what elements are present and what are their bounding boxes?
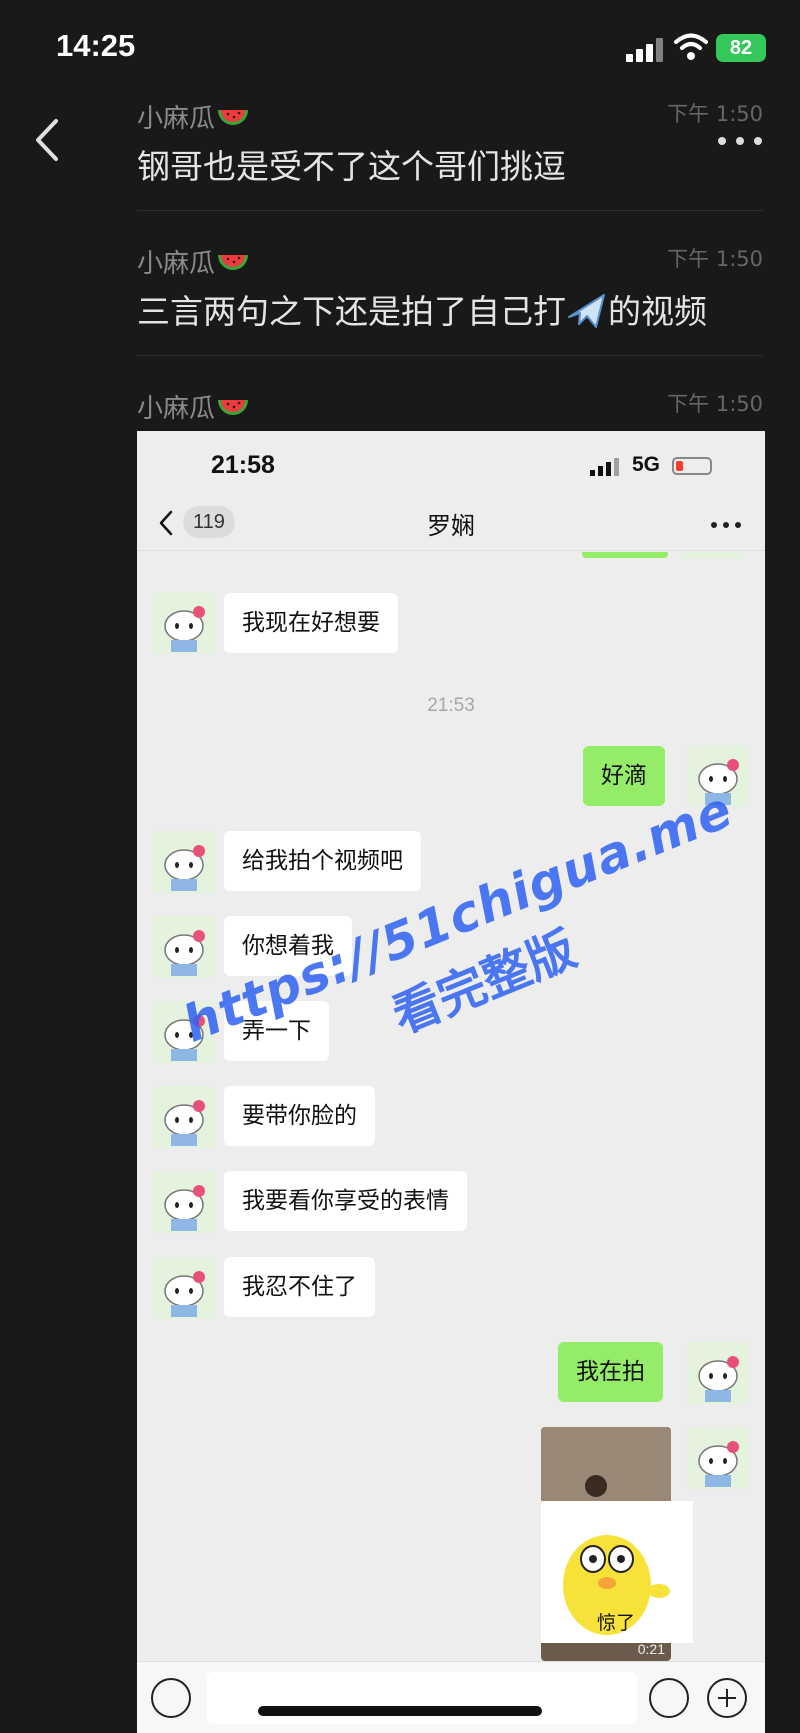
sticker-image: 惊了 [541, 1501, 693, 1643]
cellular-signal-icon [626, 38, 664, 62]
message-bubble: 我要看你享受的表情 [224, 1171, 467, 1231]
avatar [687, 1427, 749, 1489]
avatar [687, 1342, 749, 1404]
home-indicator[interactable] [258, 1706, 542, 1716]
plus-icon [707, 1678, 747, 1718]
status-time: 14:25 [56, 28, 136, 63]
battery-level: 82 [729, 37, 753, 59]
sender-name: 小麻瓜 [137, 394, 216, 424]
message-text-part: 三言两句之下还是拍了自己打 [137, 292, 566, 331]
shot-signal-icon [590, 458, 620, 476]
avatar [153, 1257, 215, 1319]
airplane-icon [568, 294, 605, 328]
message-text: 钢哥也是受不了这个哥们挑逗 [137, 147, 566, 186]
message-bubble: 好滴 [583, 746, 665, 806]
message-bubble: 我现在好想要 [224, 593, 398, 653]
message-text-part: 的视频 [608, 292, 707, 331]
shot-chat-header: 119 罗娴 [137, 491, 765, 551]
shot-more-icon [711, 522, 741, 530]
status-bar: 14:25 82 [0, 0, 800, 95]
divider [137, 355, 763, 356]
back-chevron-icon[interactable] [28, 115, 68, 165]
more-options-icon[interactable] [718, 134, 762, 148]
shot-chat-title: 罗娴 [427, 512, 475, 540]
shot-message-input [207, 1672, 637, 1724]
avatar [153, 592, 215, 654]
shot-network-type: 5G [632, 453, 661, 476]
divider [137, 210, 763, 211]
shot-status-bar: 21:58 5G [137, 431, 765, 491]
sender-name: 小麻瓜 [137, 104, 216, 134]
sender-name: 小麻瓜 [137, 249, 216, 279]
avatar [153, 831, 215, 893]
battery-icon: 82 [716, 34, 766, 62]
emoji-icon [649, 1678, 689, 1718]
partial-bubble [582, 552, 668, 558]
shot-battery-icon [672, 457, 712, 475]
sticker-caption: 惊了 [597, 1612, 636, 1634]
message-bubble: 我忍不住了 [224, 1257, 375, 1317]
avatar [153, 1171, 215, 1233]
wifi-icon [674, 33, 708, 60]
watermelon-icon [218, 400, 249, 415]
message-time: 下午 1:50 [667, 102, 763, 126]
message-time: 下午 1:50 [667, 247, 763, 271]
message-text: 三言两句之下还是拍了自己打 的视频 [137, 285, 707, 333]
message-time: 下午 1:50 [667, 392, 763, 416]
voice-icon [151, 1678, 191, 1718]
avatar [681, 552, 743, 558]
avatar [153, 1086, 215, 1148]
shot-input-bar [137, 1661, 765, 1733]
message-bubble: 我在拍 [558, 1342, 663, 1402]
watermelon-icon [218, 110, 249, 125]
avatar [153, 916, 215, 978]
video-duration: 0:21 [637, 1641, 665, 1657]
message-bubble: 给我拍个视频吧 [224, 831, 421, 891]
shot-status-time: 21:58 [211, 451, 275, 479]
watermelon-icon [218, 255, 249, 270]
chat-timestamp: 21:53 [427, 695, 475, 716]
